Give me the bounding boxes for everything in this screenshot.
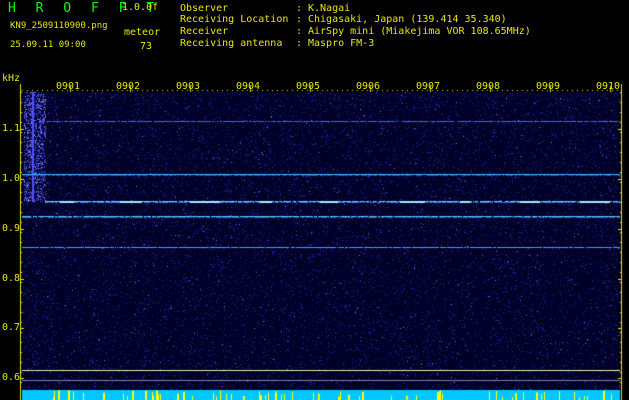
spectrogram-waterfall — [0, 0, 629, 400]
y-tick-label: 1.0 — [2, 173, 21, 184]
x-tick-label: 0910 — [596, 81, 621, 92]
info-value-observer: K.Nagai — [308, 3, 351, 14]
y-tick-label: 0.6 — [2, 372, 21, 383]
info-value-antenna: Maspro FM-3 — [308, 38, 375, 49]
app-version: 1.0.0f — [122, 2, 159, 13]
x-tick-label: 0908 — [476, 81, 501, 92]
x-tick-label: 0906 — [356, 81, 381, 92]
info-colon: : — [296, 14, 303, 25]
x-tick-label: 0905 — [296, 81, 321, 92]
y-tick-label: 0.7 — [2, 322, 21, 333]
info-value-receiver: AirSpy mini (Miakejima VOR 108.65MHz) — [308, 26, 531, 37]
mode-label: meteor — [124, 27, 161, 38]
time-stamp: 25.09.11 09:00 — [10, 40, 86, 50]
x-tick-label: 0909 — [536, 81, 561, 92]
x-tick-label: 0907 — [416, 81, 441, 92]
info-colon: : — [296, 38, 303, 49]
info-label-observer: Observer — [180, 3, 229, 14]
info-value-location: Chigasaki, Japan (139.414 35.340) — [308, 14, 507, 25]
meteor-count: 73 — [140, 41, 153, 52]
info-label-receiver: Receiver — [180, 26, 229, 37]
info-colon: : — [296, 3, 303, 14]
y-tick-label: 0.9 — [2, 223, 21, 234]
info-label-antenna: Receiving antenna — [180, 38, 283, 49]
y-tick-label: 1.1 — [2, 123, 21, 134]
x-tick-label: 0902 — [116, 81, 141, 92]
x-tick-label: 0903 — [176, 81, 201, 92]
y-axis-unit: kHz — [2, 73, 21, 84]
y-tick-label: 0.8 — [2, 273, 21, 284]
file-name: KN9_2509110900.png — [10, 21, 108, 31]
x-tick-label: 0904 — [236, 81, 261, 92]
info-label-location: Receiving Location — [180, 14, 289, 25]
info-colon: : — [296, 26, 303, 37]
x-tick-label: 0901 — [56, 81, 81, 92]
hrofft-screen: H R O F F T 1.0.0f KN9_2509110900.png me… — [0, 0, 629, 400]
